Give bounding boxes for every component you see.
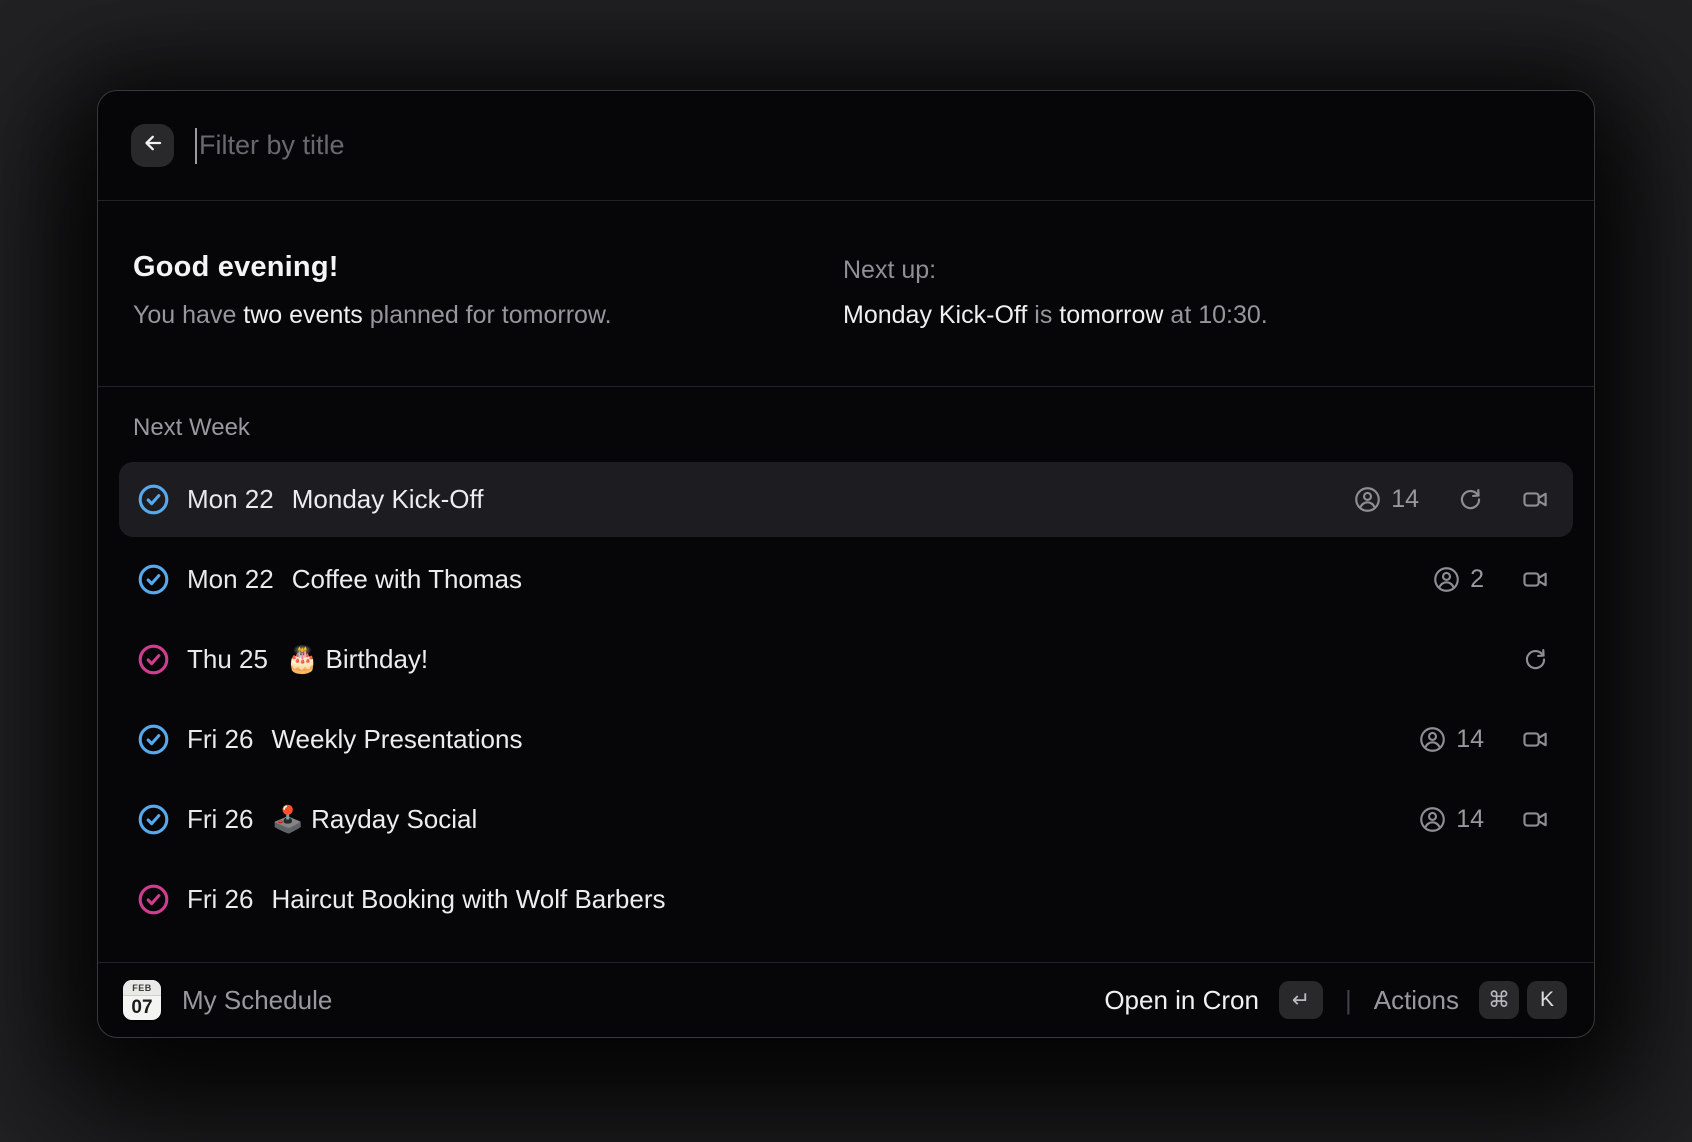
greeting-title: Good evening! — [133, 251, 612, 284]
event-title: 🕹️ Rayday Social — [271, 804, 1419, 835]
open-in-cron-button[interactable]: Open in Cron — [1104, 985, 1259, 1016]
check-circle-icon[interactable] — [138, 644, 169, 675]
attendees-icon — [1419, 726, 1446, 753]
arrow-left-icon — [141, 131, 165, 160]
footer-divider: | — [1345, 985, 1352, 1016]
return-icon: ↵ — [1292, 987, 1310, 1013]
actions-button[interactable]: Actions — [1374, 985, 1459, 1016]
video-camera-icon — [1522, 726, 1549, 753]
enter-keycap: ↵ — [1279, 981, 1323, 1019]
next-up-summary: Monday Kick-Off is tomorrow at 10:30. — [843, 301, 1268, 330]
section-label: Next Week — [133, 414, 1573, 442]
video-camera-icon — [1522, 486, 1549, 513]
event-row[interactable]: Fri 26 🕹️ Rayday Social 14 — [119, 782, 1573, 857]
text-caret — [195, 128, 197, 164]
attendee-count: 2 — [1470, 565, 1484, 594]
search-bar — [98, 91, 1594, 201]
attendee-count: 14 — [1456, 725, 1484, 754]
check-circle-icon[interactable] — [138, 564, 169, 595]
greeting-section: Good evening! You have two events planne… — [98, 201, 1594, 387]
event-date: Mon 22 — [187, 564, 274, 595]
event-date: Mon 22 — [187, 484, 274, 515]
attendees-icon — [1419, 806, 1446, 833]
event-row[interactable]: Fri 26 Haircut Booking with Wolf Barbers — [119, 862, 1573, 937]
event-date: Fri 26 — [187, 724, 253, 755]
video-camera-icon — [1522, 566, 1549, 593]
event-list: Mon 22 Monday Kick-Off 14 — [119, 462, 1573, 937]
event-title: Coffee with Thomas — [292, 564, 1433, 595]
footer-bar: FEB 07 My Schedule Open in Cron ↵ | Acti… — [98, 962, 1594, 1037]
attendees-icon — [1433, 566, 1460, 593]
attendees-group: 2 — [1433, 565, 1484, 594]
event-date: Thu 25 — [187, 644, 268, 675]
event-row[interactable]: Thu 25 🎂 Birthday! — [119, 622, 1573, 697]
event-row[interactable]: Mon 22 Coffee with Thomas 2 — [119, 542, 1573, 617]
event-title: Weekly Presentations — [271, 724, 1419, 755]
calendar-icon: FEB 07 — [123, 980, 161, 1020]
check-circle-icon[interactable] — [138, 484, 169, 515]
attendee-count: 14 — [1456, 805, 1484, 834]
attendees-icon — [1354, 486, 1381, 513]
recurring-icon — [1522, 646, 1549, 673]
event-title: Haircut Booking with Wolf Barbers — [271, 884, 1549, 915]
command-icon: ⌘ — [1488, 987, 1510, 1013]
recurring-icon — [1457, 486, 1484, 513]
check-circle-icon[interactable] — [138, 804, 169, 835]
event-date: Fri 26 — [187, 804, 253, 835]
schedule-label: My Schedule — [182, 985, 332, 1016]
event-title: 🎂 Birthday! — [286, 644, 1522, 675]
check-circle-icon[interactable] — [138, 884, 169, 915]
event-row[interactable]: Fri 26 Weekly Presentations 14 — [119, 702, 1573, 777]
back-button[interactable] — [131, 124, 174, 167]
greeting-summary: You have two events planned for tomorrow… — [133, 301, 612, 330]
attendee-count: 14 — [1391, 485, 1419, 514]
next-up-label: Next up: — [843, 256, 1268, 285]
calendar-icon-month: FEB — [123, 980, 161, 996]
search-input[interactable] — [199, 130, 1559, 161]
cmd-keycap: ⌘ — [1479, 981, 1519, 1019]
calendar-icon-day: 07 — [131, 996, 152, 1020]
check-circle-icon[interactable] — [138, 724, 169, 755]
video-camera-icon — [1522, 806, 1549, 833]
event-row[interactable]: Mon 22 Monday Kick-Off 14 — [119, 462, 1573, 537]
event-title: Monday Kick-Off — [292, 484, 1354, 515]
attendees-group: 14 — [1354, 485, 1419, 514]
k-keycap: K — [1527, 981, 1567, 1019]
attendees-group: 14 — [1419, 725, 1484, 754]
attendees-group: 14 — [1419, 805, 1484, 834]
command-palette: Good evening! You have two events planne… — [97, 90, 1595, 1038]
event-date: Fri 26 — [187, 884, 253, 915]
event-list-section: Next Week Mon 22 Monday Kick-Off 14 — [98, 387, 1594, 962]
